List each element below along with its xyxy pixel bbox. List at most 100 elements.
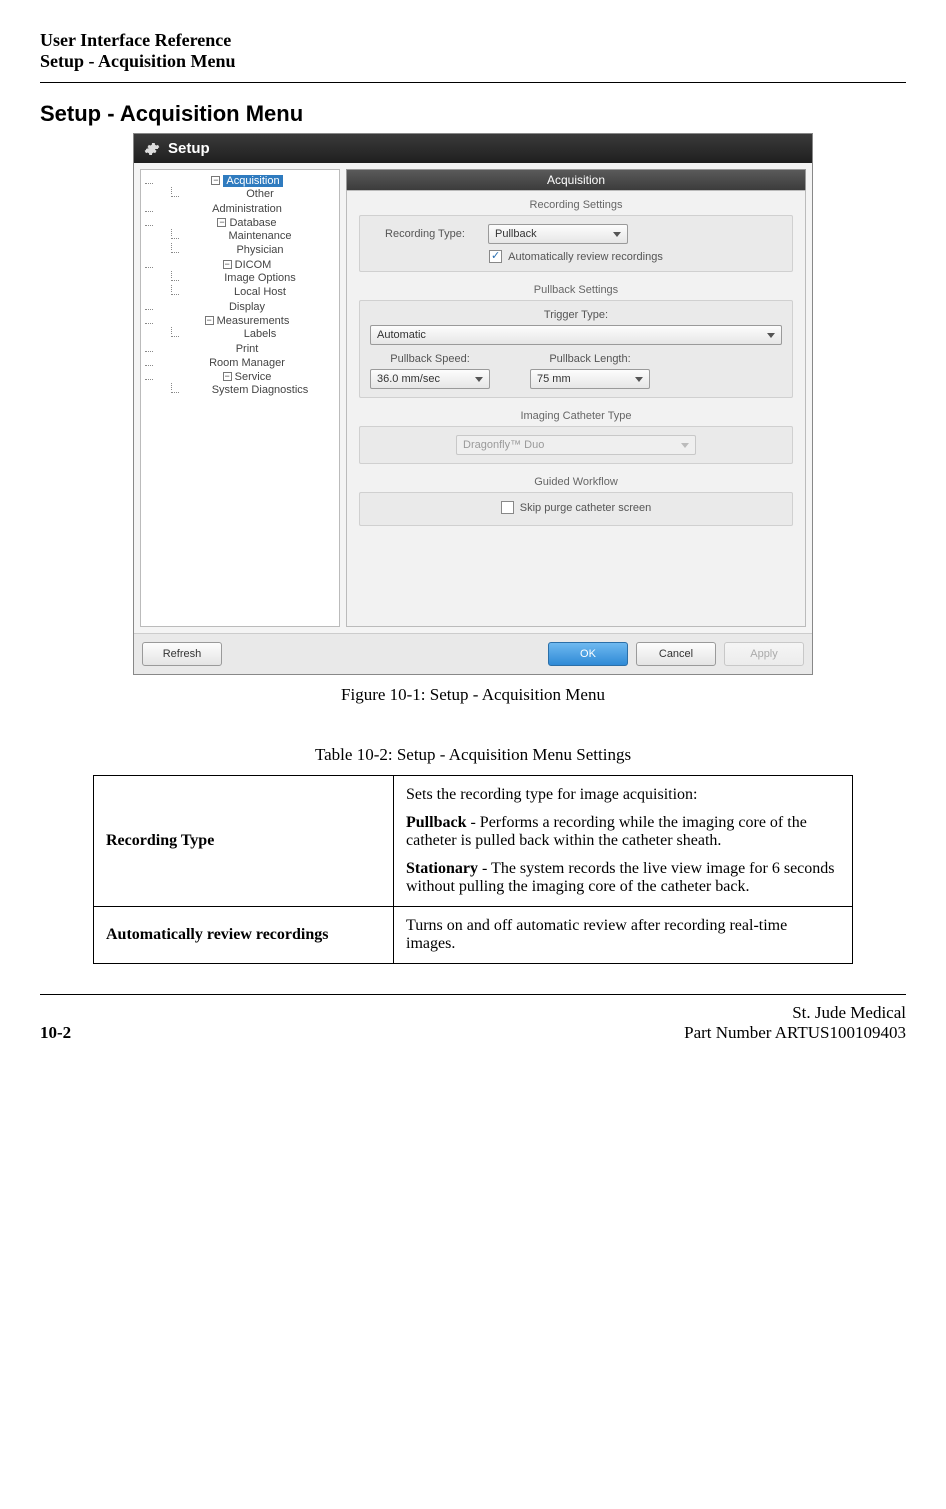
recording-type-select[interactable]: Pullback xyxy=(488,224,628,244)
tree-label: Database xyxy=(229,217,276,229)
header-line-1: User Interface Reference xyxy=(40,30,906,51)
table-row: Recording Type Sets the recording type f… xyxy=(94,776,853,907)
pullback-length-select[interactable]: 75 mm xyxy=(530,369,650,389)
table-caption: Table 10-2: Setup - Acquisition Menu Set… xyxy=(40,745,906,765)
tree-label: Maintenance xyxy=(229,230,292,242)
collapse-icon[interactable]: − xyxy=(223,372,232,381)
catheter-type-select: Dragonfly™ Duo xyxy=(456,435,696,455)
checkbox-box xyxy=(501,501,514,514)
button-bar: Refresh OK Cancel Apply xyxy=(134,633,812,674)
group-box: Recording Type: Pullback ✓ Automatically… xyxy=(359,215,793,272)
tree-item-labels[interactable]: Labels xyxy=(171,327,337,341)
tree-label: Other xyxy=(246,188,274,200)
tree-label: Room Manager xyxy=(209,357,285,369)
tree-item-print[interactable]: Print xyxy=(145,342,337,356)
tree-item-maintenance[interactable]: Maintenance xyxy=(171,229,337,243)
setting-desc: Turns on and off automatic review after … xyxy=(394,907,853,964)
collapse-icon[interactable]: − xyxy=(217,218,226,227)
group-title: Imaging Catheter Type xyxy=(359,410,793,422)
nav-tree[interactable]: −Acquisition Other Administration −Datab… xyxy=(140,169,340,627)
tree-label: Administration xyxy=(212,203,282,215)
page-footer: 10-2 St. Jude Medical Part Number ARTUS1… xyxy=(40,1003,906,1043)
tree-item-display[interactable]: Display xyxy=(145,300,337,314)
tree-label: Service xyxy=(235,371,272,383)
tree-label: System Diagnostics xyxy=(212,384,309,396)
table-row: Automatically review recordings Turns on… xyxy=(94,907,853,964)
tree-item-service[interactable]: −Service System Diagnostics xyxy=(145,370,337,398)
refresh-button[interactable]: Refresh xyxy=(142,642,222,666)
term: Pullback xyxy=(406,814,466,831)
collapse-icon[interactable]: − xyxy=(223,260,232,269)
ok-button[interactable]: OK xyxy=(548,642,628,666)
tree-label: Display xyxy=(229,301,265,313)
page-header: User Interface Reference Setup - Acquisi… xyxy=(40,30,906,72)
select-value: Automatic xyxy=(377,329,426,341)
page-number: 10-2 xyxy=(40,1023,71,1043)
tree-label: Physician xyxy=(236,244,283,256)
checkbox-box: ✓ xyxy=(489,250,502,263)
apply-button: Apply xyxy=(724,642,804,666)
tree-item-measurements[interactable]: −Measurements Labels xyxy=(145,314,337,342)
tree-item-physician[interactable]: Physician xyxy=(171,243,337,257)
desc-stationary: Stationary - The system records the live… xyxy=(406,860,840,896)
pullback-speed-select[interactable]: 36.0 mm/sec xyxy=(370,369,490,389)
select-value: Pullback xyxy=(495,228,537,240)
tree-label: Acquisition xyxy=(223,175,282,187)
tree-label: Measurements xyxy=(217,315,290,327)
group-recording-settings: Recording Settings Recording Type: Pullb… xyxy=(359,199,793,272)
header-line-2: Setup - Acquisition Menu xyxy=(40,51,906,72)
pane-title: Acquisition xyxy=(346,169,806,190)
pullback-length-label: Pullback Length: xyxy=(530,353,650,365)
trigger-type-label: Trigger Type: xyxy=(370,309,782,321)
auto-review-checkbox[interactable]: ✓ Automatically review recordings xyxy=(489,250,663,263)
tree-item-local-host[interactable]: Local Host xyxy=(171,285,337,299)
tree-label: Image Options xyxy=(224,272,296,284)
collapse-icon[interactable]: − xyxy=(205,316,214,325)
desc-intro: Sets the recording type for image acquis… xyxy=(406,786,840,804)
chevron-down-icon xyxy=(767,333,775,338)
checkbox-label: Skip purge catheter screen xyxy=(520,502,651,514)
group-title: Recording Settings xyxy=(359,199,793,211)
tree-item-acquisition[interactable]: −Acquisition Other xyxy=(145,174,337,202)
cancel-button[interactable]: Cancel xyxy=(636,642,716,666)
group-title: Pullback Settings xyxy=(359,284,793,296)
select-value: 75 mm xyxy=(537,373,571,385)
group-box: Skip purge catheter screen xyxy=(359,492,793,526)
figure-caption: Figure 10-1: Setup - Acquisition Menu xyxy=(40,685,906,705)
tree-item-other[interactable]: Other xyxy=(171,187,337,201)
group-box: Trigger Type: Automatic Pullback Speed: xyxy=(359,300,793,398)
pullback-speed-label: Pullback Speed: xyxy=(370,353,490,365)
spacer xyxy=(230,642,540,666)
trigger-type-select[interactable]: Automatic xyxy=(370,325,782,345)
tree-item-image-options[interactable]: Image Options xyxy=(171,271,337,285)
setup-window: Setup −Acquisition Other Administration … xyxy=(133,133,813,675)
tree-item-room-manager[interactable]: Room Manager xyxy=(145,356,337,370)
content-pane: Acquisition Recording Settings Recording… xyxy=(346,169,806,627)
footer-right: St. Jude Medical Part Number ARTUS100109… xyxy=(684,1003,906,1043)
footer-company: St. Jude Medical xyxy=(684,1003,906,1023)
chevron-down-icon xyxy=(681,443,689,448)
select-value: 36.0 mm/sec xyxy=(377,373,440,385)
group-box: Dragonfly™ Duo xyxy=(359,426,793,464)
tree-item-database[interactable]: −Database Maintenance Physician xyxy=(145,216,337,258)
tree-item-dicom[interactable]: −DICOM Image Options Local Host xyxy=(145,258,337,300)
collapse-icon[interactable]: − xyxy=(211,176,220,185)
group-guided-workflow: Guided Workflow Skip purge catheter scre… xyxy=(359,476,793,526)
skip-purge-checkbox[interactable]: Skip purge catheter screen xyxy=(501,501,651,514)
term: Stationary xyxy=(406,860,478,877)
figure-setup-window: Setup −Acquisition Other Administration … xyxy=(40,133,906,675)
header-rule xyxy=(40,82,906,83)
chevron-down-icon xyxy=(475,377,483,382)
tree-item-administration[interactable]: Administration xyxy=(145,202,337,216)
chevron-down-icon xyxy=(635,377,643,382)
tree-label: Labels xyxy=(244,328,276,340)
tree-item-system-diagnostics[interactable]: System Diagnostics xyxy=(171,383,337,397)
footer-rule xyxy=(40,994,906,995)
chevron-down-icon xyxy=(613,232,621,237)
select-value: Dragonfly™ Duo xyxy=(463,439,544,451)
section-title: Setup - Acquisition Menu xyxy=(40,101,906,127)
footer-part-number: Part Number ARTUS100109403 xyxy=(684,1023,906,1043)
tree-label: Local Host xyxy=(234,286,286,298)
pane-inner: Recording Settings Recording Type: Pullb… xyxy=(346,190,806,627)
group-title: Guided Workflow xyxy=(359,476,793,488)
